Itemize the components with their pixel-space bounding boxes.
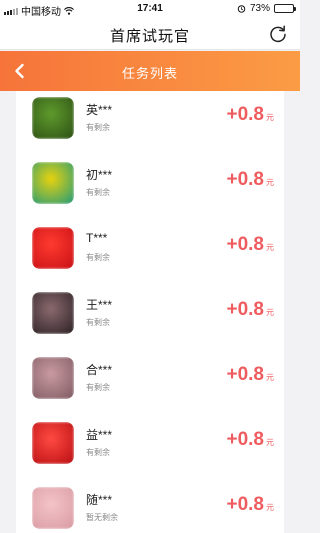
nav-bar: 任务列表 <box>0 51 300 91</box>
task-list-item[interactable]: T*** 有剩余 +0.8 元 <box>16 221 284 286</box>
reward-value: +0.8 <box>226 364 264 385</box>
task-list-item[interactable]: 初*** 有剩余 +0.8 元 <box>16 156 284 221</box>
app-icon-image <box>32 162 74 204</box>
reward-amount: +0.8 元 <box>226 234 274 256</box>
task-name: 益*** <box>86 428 113 442</box>
remaining-status: 有剩余 <box>86 448 110 457</box>
task-list-item[interactable]: 王*** 有剩余 +0.8 元 <box>16 286 284 351</box>
reward-unit: 元 <box>266 178 274 187</box>
reward-value: +0.8 <box>226 169 264 190</box>
reward-unit: 元 <box>266 438 274 447</box>
refresh-icon[interactable] <box>268 24 288 44</box>
remaining-status: 有剩余 <box>86 383 110 392</box>
task-name: T*** <box>86 231 108 245</box>
reward-value: +0.8 <box>226 234 264 255</box>
app-icon-image <box>32 97 74 139</box>
page-title: 首席试玩官 <box>109 28 190 45</box>
reward-unit: 元 <box>266 308 274 317</box>
task-name: 王*** <box>86 298 113 312</box>
task-name: 随*** <box>86 493 113 507</box>
nav-title: 任务列表 <box>121 66 178 81</box>
remaining-status: 有剩余 <box>86 318 110 327</box>
task-name: 英*** <box>86 103 113 117</box>
app-icon <box>32 487 74 529</box>
task-list: 英*** 有剩余 +0.8 元初*** 有剩余 +0.8 元 T*** 有剩余 +0.8 元王***… <box>16 91 284 533</box>
remaining-status: 有剩余 <box>86 123 110 132</box>
remaining-status: 有剩余 <box>86 253 110 262</box>
reward-amount: +0.8 元 <box>226 299 274 321</box>
battery-percent: 73% <box>249 3 270 14</box>
app-icon <box>32 97 74 139</box>
app-icon-image <box>32 292 74 334</box>
reward-amount: +0.8 元 <box>226 429 274 451</box>
app-icon <box>32 162 74 204</box>
task-list-item[interactable]: 益*** 有剩余 +0.8 元 <box>16 416 284 481</box>
task-list-item[interactable]: 合*** 有剩余 +0.8 元 <box>16 351 284 416</box>
task-list-item[interactable]: 随*** 暂无剩余 +0.8 元 <box>16 481 284 533</box>
status-bar: 中国移动 17:41 73% <box>0 0 300 18</box>
app-icon <box>32 422 74 464</box>
app-icon <box>32 357 74 399</box>
reward-amount: +0.8 元 <box>226 364 274 386</box>
reward-amount: +0.8 元 <box>226 169 274 191</box>
app-icon <box>32 227 74 269</box>
reward-unit: 元 <box>266 113 274 122</box>
reward-amount: +0.8 元 <box>226 494 274 516</box>
reward-unit: 元 <box>266 243 274 252</box>
app-icon-image <box>32 227 74 269</box>
task-name: 初*** <box>86 168 113 182</box>
app-icon-image <box>32 487 74 529</box>
reward-value: +0.8 <box>226 104 264 125</box>
app-header: 首席试玩官 <box>0 18 300 50</box>
reward-unit: 元 <box>266 373 274 382</box>
reward-value: +0.8 <box>226 429 264 450</box>
app-icon-image <box>32 422 74 464</box>
reward-value: +0.8 <box>226 494 264 515</box>
reward-value: +0.8 <box>226 299 264 320</box>
status-right: 73% <box>237 3 296 14</box>
battery-icon <box>274 4 296 13</box>
app-icon <box>32 292 74 334</box>
app-icon-image <box>32 357 74 399</box>
task-list-item[interactable]: 英*** 有剩余 +0.8 元 <box>16 91 284 156</box>
remaining-status: 暂无剩余 <box>86 513 118 522</box>
reward-unit: 元 <box>266 503 274 512</box>
task-name: 合*** <box>86 363 113 377</box>
remaining-status: 有剩余 <box>86 188 110 197</box>
reward-amount: +0.8 元 <box>226 104 274 126</box>
alarm-icon <box>237 5 246 13</box>
